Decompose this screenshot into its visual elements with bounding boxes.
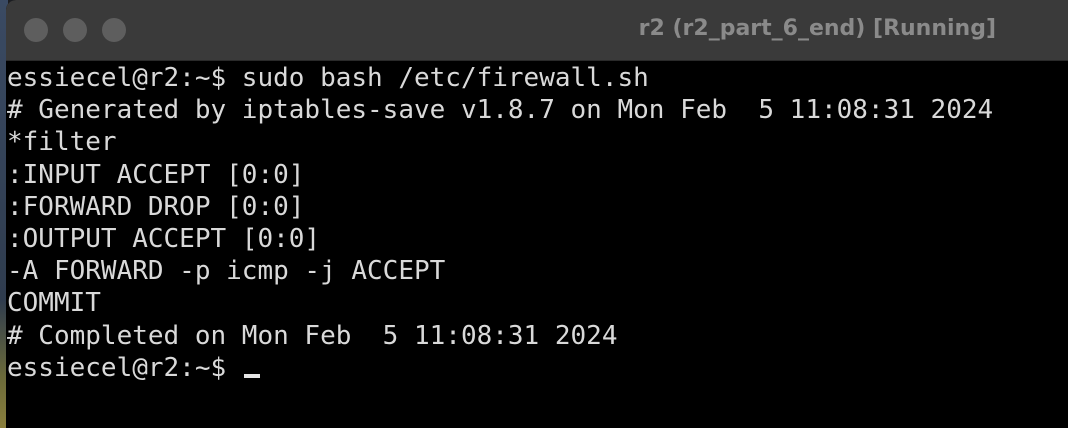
terminal-line: *filter [7, 127, 117, 158]
terminal-output: essiecel@r2:~$ sudo bash /etc/firewall.s… [7, 62, 993, 384]
terminal-line: :INPUT ACCEPT [0:0] [7, 159, 305, 190]
terminal-line: essiecel@r2:~$ sudo bash /etc/firewall.s… [7, 63, 649, 93]
terminal-screen[interactable]: essiecel@r2:~$ sudo bash /etc/firewall.s… [6, 61, 1068, 428]
vm-console-window: r2 (r2_part_6_end) [Running] essiecel@r2… [6, 0, 1068, 428]
terminal-prompt-line[interactable]: essiecel@r2:~$ [7, 352, 993, 384]
close-window-button[interactable] [24, 18, 48, 42]
window-titlebar[interactable]: r2 (r2_part_6_end) [Running] [6, 0, 1068, 61]
shell-prompt: essiecel@r2:~$ [7, 352, 242, 383]
terminal-line: # Completed on Mon Feb 5 11:08:31 2024 [7, 320, 618, 351]
terminal-line: # Generated by iptables-save v1.8.7 on M… [7, 95, 994, 126]
text-cursor [243, 373, 260, 378]
zoom-window-button[interactable] [102, 18, 126, 42]
window-title: r2 (r2_part_6_end) [Running] [638, 16, 996, 41]
terminal-line: COMMIT [7, 288, 101, 319]
terminal-line: :FORWARD DROP [0:0] [7, 191, 305, 222]
minimize-window-button[interactable] [63, 18, 87, 42]
terminal-line: :OUTPUT ACCEPT [0:0] [7, 223, 321, 254]
terminal-line: -A FORWARD -p icmp -j ACCEPT [7, 256, 446, 287]
